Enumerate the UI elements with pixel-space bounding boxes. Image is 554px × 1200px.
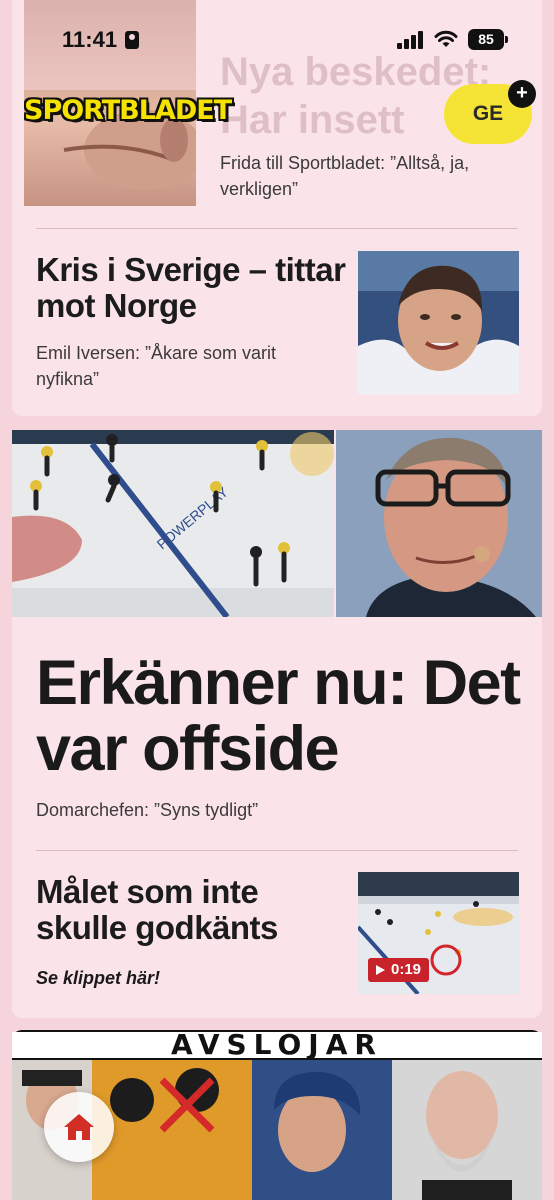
article-subtitle: Emil Iversen: ”Åkare som varit nyfikna” — [36, 343, 277, 389]
status-bar: 11:41 85 — [0, 0, 554, 52]
article-image[interactable]: POWERPLAY — [12, 430, 334, 617]
battery-icon: 85 — [468, 29, 508, 50]
status-time: 11:41 — [62, 27, 118, 52]
article-subtitle: Frida till Sportbladet: ”Alltså, ja, ver… — [220, 153, 470, 199]
video-thumbnail[interactable]: 0:19 — [358, 872, 519, 994]
article-thumbnail[interactable] — [358, 251, 519, 394]
plus-icon[interactable]: + — [508, 80, 536, 108]
article-headline[interactable]: Erkänner nu: Det var offside — [36, 650, 526, 782]
article-banner[interactable]: AVSLÖJAR — [12, 1032, 542, 1058]
article-image[interactable] — [336, 430, 542, 617]
signal-icon — [397, 31, 427, 49]
article-headline[interactable]: Kris i Sverige – tittar mot Norge — [36, 252, 346, 324]
divider — [36, 850, 518, 851]
home-icon — [64, 1114, 94, 1140]
wifi-icon — [434, 30, 458, 47]
play-icon — [376, 965, 385, 975]
sportbladet-logo[interactable]: SPORTBLADET — [24, 95, 232, 126]
article-headline[interactable]: Målet som inte skulle godkänts — [36, 874, 346, 946]
article-subtitle: Domarchefen: ”Syns tydligt” — [36, 800, 259, 820]
id-card-icon — [125, 31, 139, 49]
home-button[interactable] — [44, 1092, 114, 1162]
video-duration-badge[interactable]: 0:19 — [368, 958, 430, 982]
divider — [36, 228, 518, 229]
video-duration: 0:19 — [391, 961, 422, 978]
article-subtitle[interactable]: Se klippet här! — [36, 968, 160, 989]
